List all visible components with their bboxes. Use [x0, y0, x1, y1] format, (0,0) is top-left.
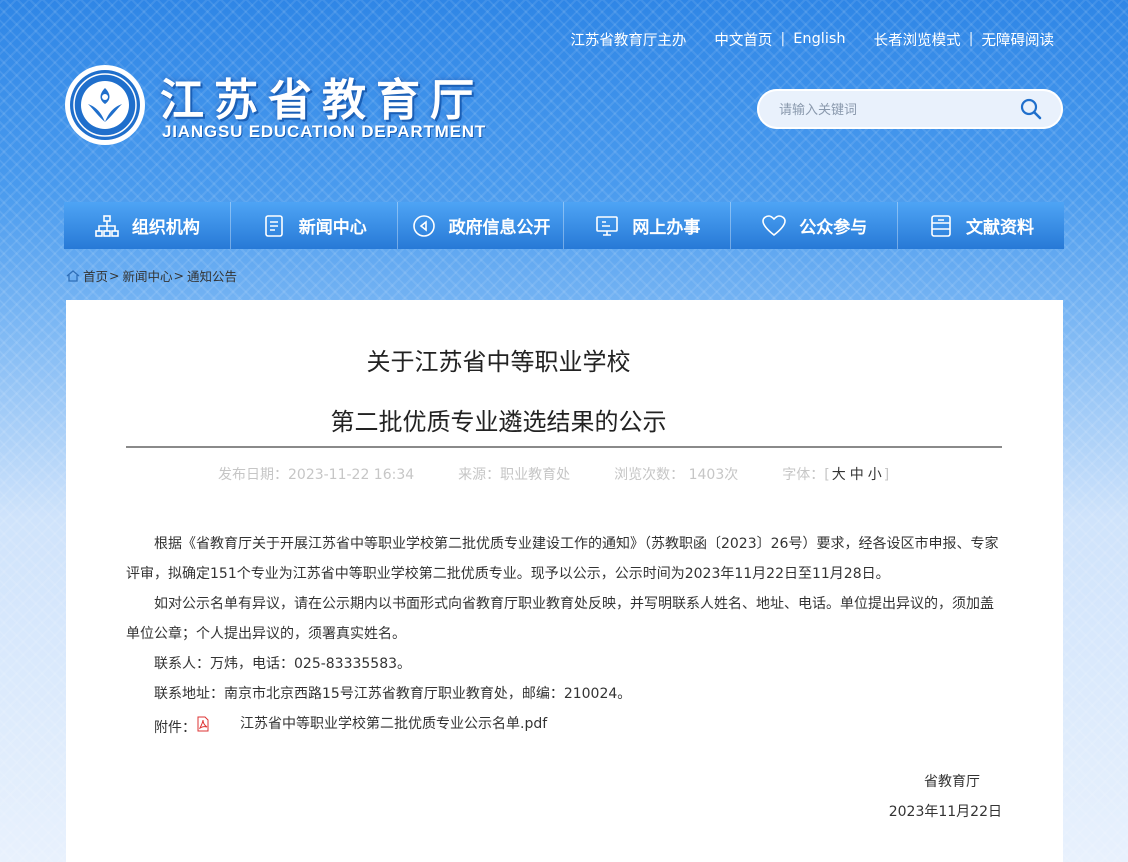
article-meta: 发布日期：2023-11-22 16:34 来源：职业教育处 浏览次数： 140…: [218, 464, 889, 484]
nav-label: 文献资料: [966, 218, 1035, 238]
font-size-large[interactable]: 大: [832, 467, 846, 483]
breadcrumb: 首页 > 新闻中心 > 通知公告: [66, 266, 237, 285]
breadcrumb-notices[interactable]: 通知公告: [187, 266, 237, 285]
nav-item-documents[interactable]: 文献资料: [898, 202, 1064, 249]
breadcrumb-home[interactable]: 首页: [83, 266, 108, 285]
nav-item-public-participation[interactable]: 公众参与: [731, 202, 899, 249]
font-size-control: 字体：[大中小]: [782, 467, 890, 483]
title-divider: [126, 446, 1002, 448]
monitor-icon: [596, 215, 619, 236]
font-size-small[interactable]: 小: [868, 467, 882, 483]
document-icon: [264, 214, 283, 237]
search-icon[interactable]: [1019, 97, 1043, 121]
search-input[interactable]: [777, 98, 1011, 122]
breadcrumb-news[interactable]: 新闻中心: [123, 266, 173, 285]
nav-label: 组织机构: [131, 218, 200, 238]
nav-item-online-service[interactable]: 网上办事: [564, 202, 732, 249]
article-title-line2: 第二批优质专业遴选结果的公示: [330, 408, 667, 436]
host-text: 江苏省教育厅主办: [570, 32, 687, 49]
font-size-medium[interactable]: 中: [850, 467, 864, 483]
english-link[interactable]: English: [793, 31, 845, 47]
heart-icon: [762, 214, 787, 236]
nav-label: 政府信息公开: [448, 218, 551, 238]
attachment-link[interactable]: 江苏省中等职业学校第二批优质专业公示名单.pdf: [212, 709, 547, 739]
attachment-line: 附件： 江苏省中等职业学校第二批优质专业公示名单.pdf: [126, 709, 1004, 743]
emblem-logo-icon[interactable]: [64, 64, 146, 146]
info-circle-icon: [412, 214, 435, 237]
paragraph: 联系地址：南京市北京西路15号江苏省教育厅职业教育处，邮编：210024。: [154, 686, 632, 702]
home-icon: [66, 269, 80, 282]
nav-label: 网上办事: [632, 218, 701, 238]
elder-mode-link[interactable]: 长者浏览模式: [874, 29, 961, 50]
font-size-label: 字体：: [782, 467, 825, 483]
nav-item-org[interactable]: 组织机构: [64, 202, 231, 249]
signature: 省教育厅: [924, 774, 980, 790]
view-count: 浏览次数： 1403次: [614, 467, 739, 483]
site-subtitle: JIANGSU EDUCATION DEPARTMENT: [162, 122, 487, 141]
accessible-reading-link[interactable]: 无障碍阅读: [982, 29, 1055, 50]
archive-icon: [931, 214, 951, 237]
pdf-icon: [197, 716, 209, 732]
paragraph: 如对公示名单有异议，请在公示期内以书面形式向省教育厅职业教育处反映，并写明联系人…: [126, 596, 994, 642]
nav-label: 公众参与: [799, 218, 868, 238]
attachment-label: 附件：: [154, 720, 196, 736]
search-box: [757, 89, 1063, 129]
publish-date: 发布日期：2023-11-22 16:34: [218, 467, 415, 483]
signature-date: 2023年11月22日: [888, 804, 1002, 820]
paragraph: 根据《省教育厅关于开展江苏省中等职业学校第二批优质专业建设工作的通知》（苏教职函…: [126, 536, 999, 582]
top-links-bar: 江苏省教育厅主办 中文首页 | English 长者浏览模式 | 无障碍阅读: [570, 29, 1054, 49]
chinese-home-link[interactable]: 中文首页: [714, 29, 772, 50]
source-text: 来源：职业教育处: [458, 467, 571, 483]
article-title-line1: 关于江苏省中等职业学校: [366, 348, 631, 376]
nav-item-news[interactable]: 新闻中心: [230, 202, 398, 249]
nav-label: 新闻中心: [298, 218, 367, 238]
main-nav: 组织机构 新闻中心 政府信息公开 网上办事 公众参与 文献资料: [64, 202, 1064, 249]
article-body: 根据《省教育厅关于开展江苏省中等职业学校第二批优质专业建设工作的通知》（苏教职函…: [126, 529, 1004, 743]
nav-item-gov-info[interactable]: 政府信息公开: [397, 202, 565, 249]
org-chart-icon: [95, 214, 119, 237]
site-title[interactable]: 江苏省教育厅: [160, 64, 484, 128]
paragraph: 联系人：万炜，电话：025-83335583。: [154, 656, 412, 672]
